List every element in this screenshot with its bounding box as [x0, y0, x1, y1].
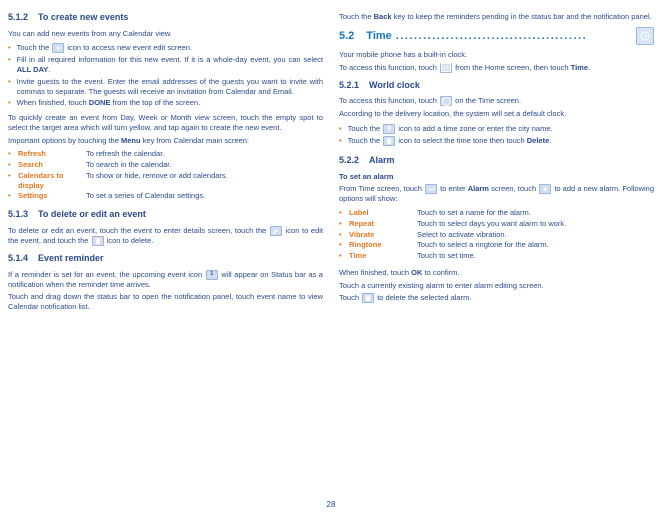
- heading-5-1-4: 5.1.4Event reminder: [8, 253, 323, 265]
- back-note: Touch the Back key to keep the reminders…: [339, 12, 654, 22]
- body-513: To delete or edit an event, touch the ev…: [8, 226, 323, 246]
- heading-5-1-2: 5.1.2To create new events: [8, 12, 323, 24]
- finish-3: Touch to delete the selected alarm.: [339, 293, 654, 303]
- opts-intro: Important options by touching the Menu k…: [8, 136, 323, 146]
- bullets-512: •Touch the icon to access new event edit…: [8, 41, 323, 110]
- heading-5-2-1: 5.2.1World clock: [339, 80, 654, 92]
- heading-5-2-2: 5.2.2Alarm: [339, 155, 654, 167]
- body-522-1: From Time screen, touch to enter Alarm s…: [339, 184, 654, 204]
- page-number: 28: [327, 500, 336, 510]
- options-522: •LabelTouch to set a name for the alarm.…: [339, 207, 654, 262]
- plus-icon: [383, 124, 395, 134]
- clock-section-icon: [636, 27, 654, 45]
- intro-512: You can add new events from any Calendar…: [8, 29, 323, 39]
- body-52-1: Your mobile phone has a built-in clock.: [339, 50, 654, 60]
- enter-icon: [425, 184, 437, 194]
- finish-2: Touch a currently existing alarm to ente…: [339, 281, 654, 291]
- apps-grid-icon: [440, 63, 452, 73]
- body-521-1: To access this function, touch on the Ti…: [339, 96, 654, 106]
- set-alarm-heading: To set an alarm: [339, 172, 654, 182]
- body-514-2: Touch and drag down the status bar to op…: [8, 292, 323, 312]
- finish-1: When finished, touch OK to confirm.: [339, 268, 654, 278]
- plus-icon: [52, 43, 64, 53]
- body-514-1: If a reminder is set for an event, the u…: [8, 270, 323, 290]
- options-512: •RefreshTo refresh the calendar. •Search…: [8, 148, 323, 202]
- trash-icon: [362, 293, 374, 303]
- heading-5-1-3: 5.1.3To delete or edit an event: [8, 209, 323, 221]
- left-column: 5.1.2To create new events You can add ne…: [8, 12, 323, 512]
- clock-icon: [440, 96, 452, 106]
- heading-5-2: 5.2Time.................................…: [339, 27, 654, 45]
- quick-create: To quickly create an event from Day, Wee…: [8, 113, 323, 133]
- body-521-2: According to the delivery location, the …: [339, 109, 654, 119]
- trash-icon: [383, 136, 395, 146]
- right-column: Touch the Back key to keep the reminders…: [339, 12, 654, 512]
- plus-icon: [539, 184, 551, 194]
- trash-icon: [92, 236, 104, 246]
- calendar-reminder-icon: [206, 270, 218, 280]
- body-52-2: To access this function, touch from the …: [339, 63, 654, 73]
- pencil-icon: [270, 226, 282, 236]
- bullets-521: •Touch the icon to add a time zone or en…: [339, 122, 654, 148]
